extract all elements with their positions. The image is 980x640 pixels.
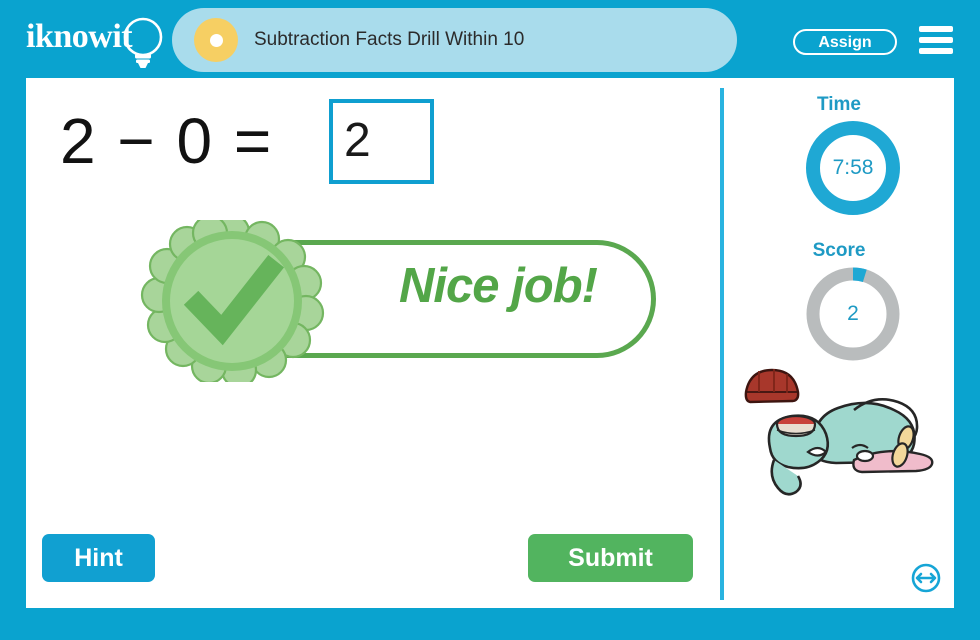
menu-bar-bottom: [919, 48, 953, 54]
lesson-bullet-inner-dot: [210, 34, 223, 47]
time-value: 7:58: [832, 156, 874, 179]
feedback-message: Nice job!: [399, 259, 598, 313]
red-beanie-hat-icon: [744, 368, 800, 404]
app-root: iknowit Subtraction Facts Drill Within 1…: [0, 0, 980, 640]
time-meter: 7:58: [805, 120, 901, 216]
menu-bar-middle: [919, 37, 953, 43]
time-label: Time: [816, 94, 861, 115]
green-check-seal-icon: [140, 220, 325, 382]
menu-bar-top: [919, 26, 953, 32]
sleeping-elephant-mascot: [744, 368, 934, 496]
lesson-title: Subtraction Facts Drill Within 10: [254, 29, 525, 50]
problem-expression: 2 − 0 =: [60, 105, 274, 177]
score-meter: 2: [805, 266, 901, 362]
hamburger-menu-icon[interactable]: [919, 26, 953, 56]
answer-input[interactable]: 2: [329, 99, 434, 184]
brand-logo[interactable]: iknowit: [22, 14, 172, 70]
app-header: iknowit Subtraction Facts Drill Within 1…: [0, 0, 980, 80]
submit-button[interactable]: Submit: [528, 534, 693, 582]
content-panel: 2 − 0 = 2 Nice job! Time 7:58 Score 2 Hi…: [26, 78, 954, 608]
lesson-bullet-icon: [194, 18, 238, 62]
stats-sidebar: Time 7:58 Score 2: [724, 78, 954, 608]
feedback-banner-group: Nice job!: [126, 218, 666, 383]
brand-logo-text: iknowit: [26, 18, 133, 55]
answer-input-value: 2: [344, 114, 371, 167]
red-cup-icon: [775, 414, 817, 438]
assign-button[interactable]: Assign: [793, 29, 897, 55]
lesson-title-pill: Subtraction Facts Drill Within 10: [172, 8, 737, 72]
score-label: Score: [812, 240, 866, 261]
hint-button[interactable]: Hint: [42, 534, 155, 582]
horizontal-resize-icon[interactable]: [910, 562, 942, 594]
score-value: 2: [847, 302, 859, 325]
